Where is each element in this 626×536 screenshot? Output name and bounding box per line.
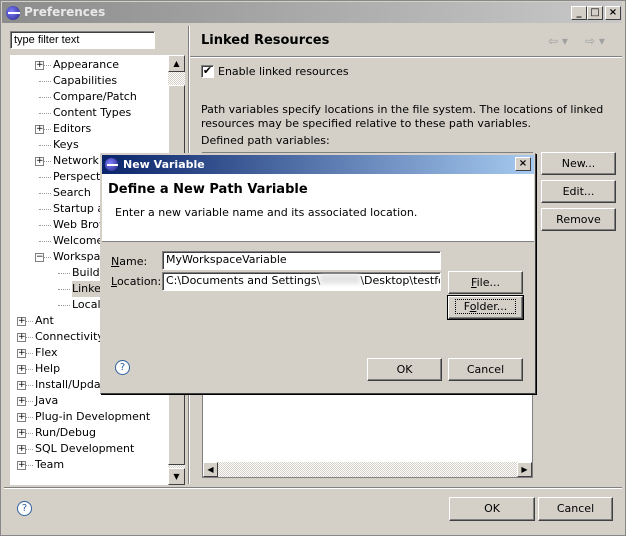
tree-item[interactable]: Plug-in Development bbox=[35, 409, 150, 425]
expand-icon[interactable]: + bbox=[17, 429, 26, 438]
folder-button[interactable]: Folder... bbox=[447, 295, 524, 320]
back-icon[interactable]: ⇦ ▾ bbox=[548, 34, 568, 48]
tree-connector bbox=[39, 241, 51, 242]
scroll-up-button[interactable]: ▲ bbox=[168, 55, 185, 72]
dialog-titlebar[interactable]: New Variable bbox=[102, 155, 534, 174]
tree-item[interactable]: Build bbox=[72, 265, 100, 281]
edit-button[interactable]: Edit... bbox=[541, 180, 616, 203]
expand-icon[interactable]: + bbox=[17, 349, 26, 358]
help-icon[interactable]: ? bbox=[17, 501, 32, 516]
scroll-right-button[interactable]: ▶ bbox=[517, 462, 532, 477]
tree-item[interactable]: Connectivity bbox=[35, 329, 104, 345]
enable-linked-checkbox[interactable]: ✔ bbox=[201, 65, 214, 78]
expand-icon[interactable]: + bbox=[17, 333, 26, 342]
cancel-button[interactable]: Cancel bbox=[538, 497, 613, 521]
minimize-button[interactable]: _ bbox=[571, 6, 587, 20]
expand-icon[interactable]: + bbox=[17, 365, 26, 374]
tree-item[interactable]: Search bbox=[53, 185, 91, 201]
tree-item[interactable]: Capabilities bbox=[53, 73, 117, 89]
tree-item[interactable]: Content Types bbox=[53, 105, 131, 121]
page-title: Linked Resources bbox=[201, 33, 330, 48]
expand-icon[interactable]: + bbox=[17, 381, 26, 390]
tree-item[interactable]: Flex bbox=[35, 345, 57, 361]
tree-connector bbox=[39, 225, 51, 226]
filter-input[interactable] bbox=[10, 31, 155, 49]
tree-connector bbox=[39, 97, 51, 98]
ok-button[interactable]: OK bbox=[449, 497, 535, 521]
expand-icon[interactable]: + bbox=[17, 397, 26, 406]
eclipse-icon bbox=[6, 6, 20, 20]
tree-connector bbox=[58, 305, 70, 306]
header-separator bbox=[190, 56, 622, 58]
tree-connector bbox=[58, 273, 70, 274]
expand-icon[interactable]: + bbox=[17, 445, 26, 454]
name-label: Name: bbox=[111, 255, 148, 268]
dialog-cancel-button[interactable]: Cancel bbox=[448, 358, 523, 381]
tree-item[interactable]: Ant bbox=[35, 313, 54, 329]
maximize-button[interactable]: □ bbox=[587, 6, 603, 20]
dialog-title: New Variable bbox=[123, 158, 205, 171]
tree-connector bbox=[39, 81, 51, 82]
location-input[interactable]: C:\Documents and Settings\ \Desktop\testf… bbox=[162, 272, 441, 291]
tree-item[interactable]: Appearance bbox=[53, 57, 119, 73]
new-button[interactable]: New... bbox=[541, 152, 616, 175]
new-variable-dialog: New Variable × Define a New Path Variabl… bbox=[100, 153, 536, 394]
location-text-start: C:\Documents and Settings\ bbox=[166, 274, 321, 287]
forward-icon[interactable]: ⇨ ▾ bbox=[585, 34, 605, 48]
file-button[interactable]: File... bbox=[448, 271, 523, 294]
expand-icon[interactable]: + bbox=[17, 461, 26, 470]
tree-connector bbox=[39, 193, 51, 194]
tree-item[interactable]: Editors bbox=[53, 121, 91, 137]
tree-item[interactable]: Java bbox=[35, 393, 58, 409]
list-hscrollbar[interactable]: ◀ ▶ bbox=[203, 462, 532, 477]
name-input[interactable]: MyWorkspaceVariable bbox=[162, 251, 441, 270]
tree-connector bbox=[39, 209, 51, 210]
footer-separator bbox=[4, 487, 622, 489]
dialog-message: Enter a new variable name and its associ… bbox=[115, 206, 418, 219]
redacted-username bbox=[320, 274, 361, 284]
tree-item[interactable]: Welcome bbox=[53, 233, 103, 249]
scroll-down-button[interactable]: ▼ bbox=[168, 468, 185, 485]
tree-item[interactable]: Perspecti bbox=[53, 169, 103, 185]
tree-item[interactable]: Compare/Patch bbox=[53, 89, 137, 105]
file-button-label: File... bbox=[471, 276, 500, 289]
location-label: Location: bbox=[111, 275, 162, 288]
remove-button[interactable]: Remove bbox=[541, 208, 616, 231]
expand-icon[interactable]: + bbox=[35, 61, 44, 70]
expand-icon[interactable]: + bbox=[17, 317, 26, 326]
tree-item[interactable]: Startup a bbox=[53, 201, 104, 217]
scroll-left-button[interactable]: ◀ bbox=[203, 462, 218, 477]
expand-icon[interactable]: + bbox=[17, 413, 26, 422]
tree-item[interactable]: Team bbox=[35, 457, 64, 473]
description-text: Path variables specify locations in the … bbox=[201, 103, 604, 130]
tree-item[interactable]: Run/Debug bbox=[35, 425, 96, 441]
dialog-help-icon[interactable]: ? bbox=[115, 360, 130, 375]
tree-item[interactable]: Local bbox=[72, 297, 101, 313]
dialog-heading: Define a New Path Variable bbox=[108, 182, 308, 197]
tree-connector bbox=[39, 113, 51, 114]
dialog-close-button[interactable]: × bbox=[515, 157, 531, 171]
expand-icon[interactable]: + bbox=[35, 125, 44, 134]
tree-connector bbox=[39, 145, 51, 146]
location-text-end: \Desktop\testfolder bbox=[360, 274, 440, 287]
enable-linked-label: Enable linked resources bbox=[218, 65, 349, 78]
tree-item[interactable]: SQL Development bbox=[35, 441, 134, 457]
dialog-header: Define a New Path Variable Enter a new v… bbox=[102, 174, 534, 242]
expand-icon[interactable]: + bbox=[35, 157, 44, 166]
close-button[interactable]: × bbox=[605, 6, 621, 20]
tree-connector bbox=[58, 289, 70, 290]
window-titlebar[interactable]: Preferences bbox=[2, 2, 622, 23]
tree-connector bbox=[39, 177, 51, 178]
eclipse-icon bbox=[105, 158, 118, 171]
name-label-wrap: Name: bbox=[111, 255, 147, 268]
tree-item[interactable]: Keys bbox=[53, 137, 79, 153]
window-title: Preferences bbox=[24, 5, 106, 19]
collapse-icon[interactable]: − bbox=[35, 253, 44, 262]
defined-variables-label: Defined path variables: bbox=[201, 134, 330, 147]
dialog-ok-button[interactable]: OK bbox=[367, 358, 442, 381]
tree-item[interactable]: Help bbox=[35, 361, 60, 377]
